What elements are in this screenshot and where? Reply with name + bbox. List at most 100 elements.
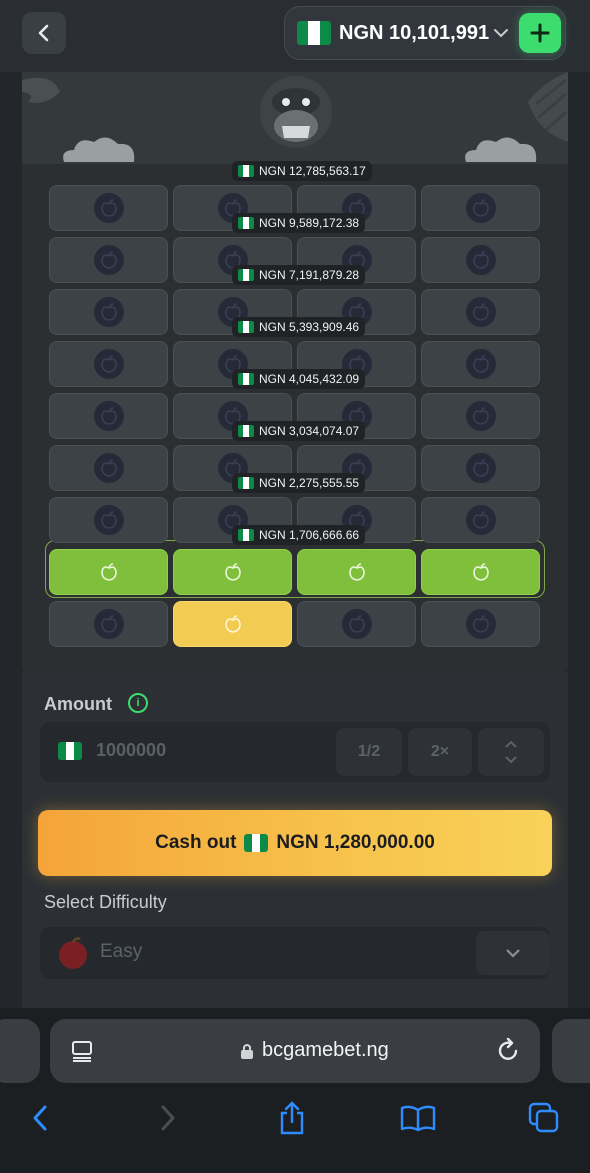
chevron-down-icon — [506, 949, 520, 958]
payout-value: NGN 5,393,909.46 — [259, 320, 360, 334]
apple-tile[interactable] — [421, 549, 540, 595]
apple-tile[interactable] — [49, 497, 168, 543]
nigeria-flag-icon — [238, 477, 254, 489]
nigeria-flag-icon — [238, 321, 254, 333]
nigeria-flag-icon — [238, 165, 254, 177]
url-text: bcgamebet.ng — [262, 1039, 389, 1061]
payout-value: NGN 9,589,172.38 — [259, 216, 360, 230]
tile-row — [49, 549, 541, 595]
apple-tile[interactable] — [173, 601, 292, 647]
browser-forward-button[interactable] — [148, 1098, 188, 1138]
nigeria-flag-icon — [238, 425, 254, 437]
apple-tile[interactable] — [49, 341, 168, 387]
apple-tile[interactable] — [421, 289, 540, 335]
difficulty-label: Select Difficulty — [44, 892, 167, 912]
jungle-header — [22, 72, 568, 164]
row-payout-label: NGN 7,191,879.28 — [232, 265, 366, 285]
difficulty-dropdown-button[interactable] — [476, 931, 550, 975]
apple-icon — [465, 245, 496, 275]
apple-icon — [93, 609, 124, 639]
nigeria-flag-icon — [58, 742, 82, 760]
apple-tile[interactable] — [173, 549, 292, 595]
back-button[interactable] — [22, 12, 66, 54]
chevron-left-icon — [38, 24, 49, 42]
apple-icon — [465, 453, 496, 483]
apple-icon — [93, 245, 124, 275]
share-icon — [280, 1101, 304, 1135]
tabs-button[interactable] — [524, 1098, 564, 1138]
amount-input[interactable]: 1000000 — [96, 740, 166, 761]
row-payout-label: NGN 1,706,666.66 — [232, 525, 366, 545]
apple-icon — [465, 609, 496, 639]
reload-icon[interactable] — [496, 1037, 522, 1063]
next-tab-preview[interactable] — [552, 1019, 590, 1083]
apple-tile[interactable] — [421, 341, 540, 387]
apple-icon — [93, 401, 124, 431]
balance-selector[interactable]: NGN 10,101,991. — [284, 6, 566, 60]
apple-icon — [93, 297, 124, 327]
previous-tab-preview[interactable] — [0, 1019, 40, 1083]
info-icon[interactable]: i — [128, 693, 148, 713]
amount-stepper[interactable] — [478, 728, 544, 776]
apple-tile[interactable] — [421, 497, 540, 543]
apple-icon — [218, 609, 248, 639]
apple-tile[interactable] — [297, 601, 416, 647]
apple-tile[interactable] — [49, 185, 168, 231]
row-payout-label: NGN 4,045,432.09 — [232, 369, 366, 389]
game-board: NGN 12,785,563.17 NGN 9,589,172.38 NGN 7,1… — [22, 72, 568, 672]
apple-icon — [94, 557, 124, 587]
apple-icon — [465, 349, 496, 379]
tabs-icon — [528, 1102, 559, 1133]
apple-tile[interactable] — [421, 445, 540, 491]
payout-value: NGN 7,191,879.28 — [259, 268, 360, 282]
cash-out-button[interactable]: Cash out NGN 1,280,000.00 — [38, 810, 552, 876]
browser-toolbar: bcgamebet.ng — [0, 1008, 590, 1173]
apple-tile[interactable] — [421, 393, 540, 439]
apple-tile[interactable] — [297, 549, 416, 595]
red-apple-icon — [59, 937, 87, 969]
share-button[interactable] — [272, 1098, 312, 1138]
payout-value: NGN 4,045,432.09 — [259, 372, 360, 386]
payout-value: NGN 1,706,666.66 — [259, 528, 360, 542]
apple-tile[interactable] — [421, 601, 540, 647]
apple-icon — [341, 609, 372, 639]
amount-field[interactable]: 1000000 1/2 2× — [40, 722, 550, 782]
apple-tile[interactable] — [49, 549, 168, 595]
cash-out-label: Cash out — [155, 832, 237, 853]
chevron-down-icon — [494, 29, 508, 38]
apple-icon — [93, 453, 124, 483]
nigeria-flag-icon — [238, 373, 254, 385]
apple-tile[interactable] — [421, 185, 540, 231]
address-bar[interactable]: bcgamebet.ng — [50, 1019, 540, 1083]
row-payout-label: NGN 5,393,909.46 — [232, 317, 366, 337]
tile-row — [49, 601, 541, 647]
nigeria-flag-icon — [238, 529, 254, 541]
apple-icon — [465, 401, 496, 431]
leaf-decoration-icon — [22, 77, 60, 103]
apple-tile[interactable] — [49, 289, 168, 335]
apple-icon — [93, 193, 124, 223]
page-menu-icon[interactable] — [70, 1039, 94, 1063]
row-payout-label: NGN 3,034,074.07 — [232, 421, 366, 441]
amount-label: Amount — [44, 694, 112, 714]
apple-tile[interactable] — [49, 393, 168, 439]
nigeria-flag-icon — [238, 269, 254, 281]
half-button[interactable]: 1/2 — [336, 728, 402, 776]
apple-tile[interactable] — [49, 237, 168, 283]
apple-icon — [218, 557, 248, 587]
row-payout-label: NGN 12,785,563.17 — [232, 161, 372, 181]
book-icon — [400, 1105, 436, 1132]
double-button[interactable]: 2× — [408, 728, 472, 776]
deposit-button[interactable] — [519, 13, 561, 53]
chevron-left-icon — [33, 1105, 47, 1131]
difficulty-select[interactable]: Easy — [40, 927, 550, 979]
cash-out-amount: NGN 1,280,000.00 — [276, 832, 435, 853]
apple-tile[interactable] — [421, 237, 540, 283]
bookmarks-button[interactable] — [398, 1098, 438, 1138]
browser-back-button[interactable] — [20, 1098, 60, 1138]
plus-icon — [530, 23, 550, 43]
payout-value: NGN 2,275,555.55 — [259, 476, 360, 490]
nigeria-flag-icon — [297, 21, 331, 45]
apple-tile[interactable] — [49, 601, 168, 647]
apple-tile[interactable] — [49, 445, 168, 491]
